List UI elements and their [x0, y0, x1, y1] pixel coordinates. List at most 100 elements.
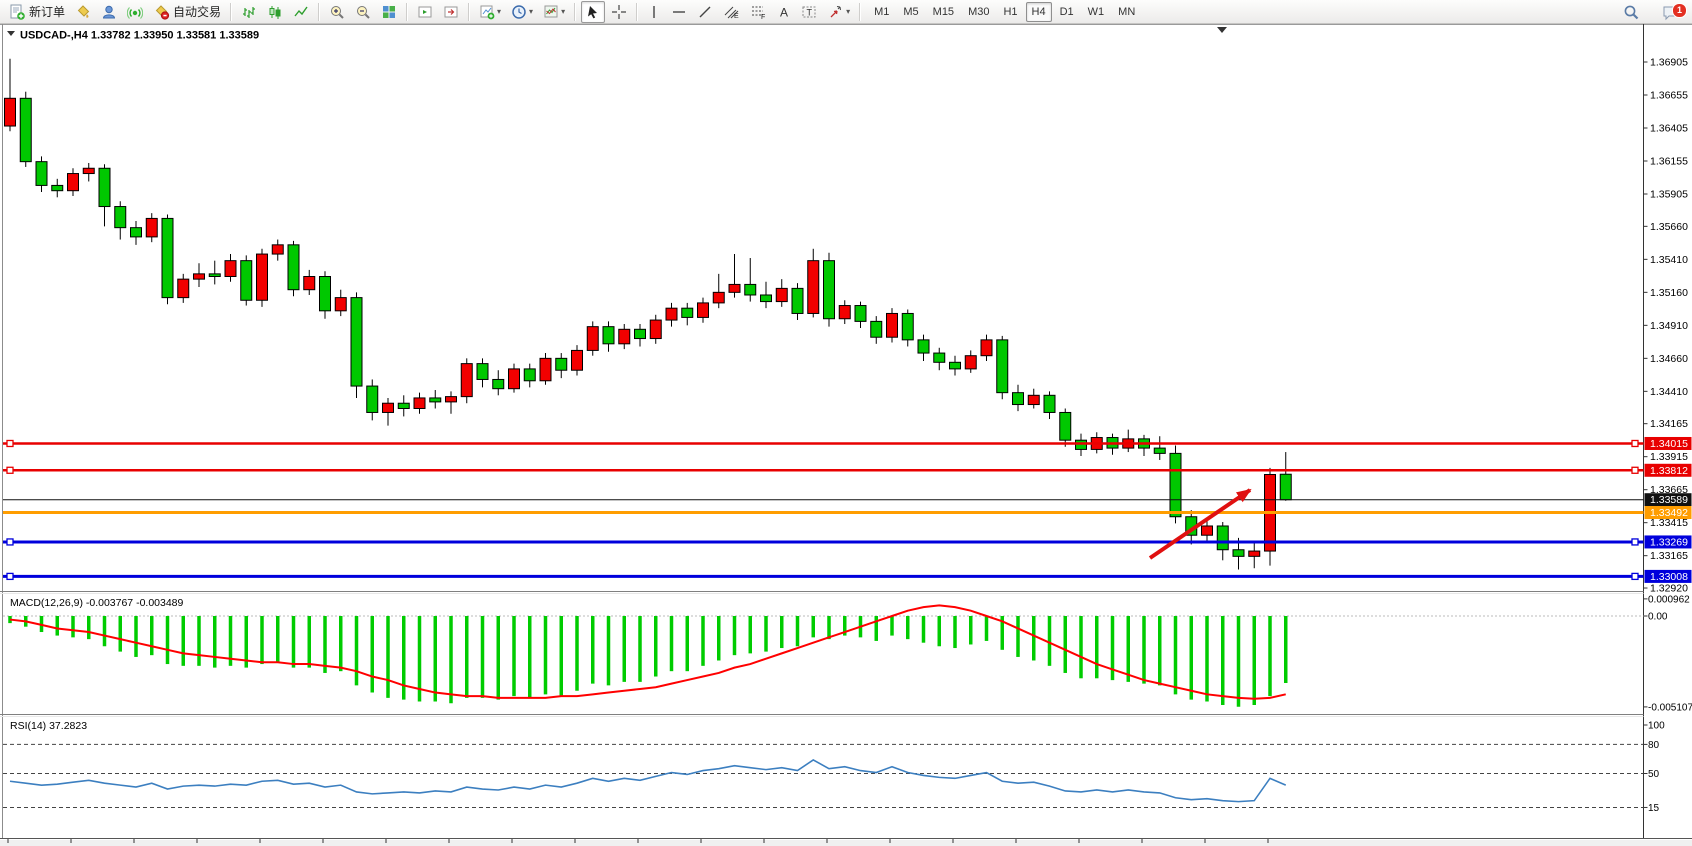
paint-bucket-icon [75, 4, 91, 20]
rsi-axis-label: 15 [1648, 803, 1660, 814]
candle-body-up [650, 320, 661, 338]
vertical-line-icon [647, 4, 661, 20]
price-label: 1.33492 [1650, 507, 1688, 519]
tile-windows-button[interactable] [377, 1, 401, 23]
bar-chart-mode-button[interactable] [237, 1, 261, 23]
trading-terminal: 新订单 [0, 0, 1692, 846]
candle-body-down [1044, 395, 1055, 412]
trendline-tool[interactable] [693, 1, 717, 23]
line-handle[interactable] [1632, 539, 1638, 545]
candle-body-down [1154, 448, 1165, 453]
timeframe-mn[interactable]: MN [1112, 2, 1141, 22]
cursor-button[interactable] [581, 1, 605, 23]
candle-body-down [351, 298, 362, 386]
signal-button[interactable] [123, 1, 147, 23]
new-order-button[interactable]: 新订单 [5, 1, 69, 23]
line-handle[interactable] [7, 440, 13, 446]
line-handle[interactable] [7, 573, 13, 579]
line-handle[interactable] [7, 467, 13, 473]
timeframe-m5[interactable]: M5 [897, 2, 924, 22]
channel-tool[interactable]: E [719, 1, 744, 23]
search-button[interactable] [1619, 1, 1644, 23]
auto-scroll-button[interactable] [413, 1, 437, 23]
svg-text:A: A [780, 5, 788, 19]
new-chart-button[interactable]: ▾ [475, 1, 505, 23]
line-chart-icon [293, 4, 309, 20]
candle-body-up [225, 261, 236, 277]
candle-body-up [540, 358, 551, 380]
chart-shift-button[interactable] [439, 1, 463, 23]
line-handle[interactable] [1632, 467, 1638, 473]
candle-body-down [99, 168, 110, 206]
chart-title: USDCAD-,H4 1.33782 1.33950 1.33581 1.335… [20, 30, 259, 42]
price-tick-label: 1.34660 [1650, 353, 1688, 365]
vertical-line-tool[interactable] [643, 1, 665, 23]
candle [351, 292, 362, 398]
candlestick-mode-button[interactable] [263, 1, 287, 23]
timeframe-h4[interactable]: H4 [1026, 2, 1052, 22]
candle-body-down [871, 321, 882, 337]
candle-body-up [68, 174, 79, 191]
candle-body-down [52, 185, 63, 190]
fibonacci-tool[interactable]: F [746, 1, 771, 23]
template-button[interactable]: ▾ [539, 1, 569, 23]
bar-chart-icon [241, 4, 257, 20]
candle-body-up [1202, 526, 1213, 535]
notifications-button[interactable]: 1 [1657, 1, 1683, 23]
candle-body-up [1028, 395, 1039, 404]
price-tick-label: 1.35160 [1650, 287, 1688, 299]
line-handle[interactable] [7, 539, 13, 545]
candle-body-down [824, 261, 835, 319]
macd-axis-label: -0.005107 [1648, 702, 1692, 713]
zoom-out-button[interactable] [351, 1, 375, 23]
line-handle[interactable] [1632, 573, 1638, 579]
candle-body-up [729, 284, 740, 292]
account-button[interactable] [97, 1, 121, 23]
arrows-tool[interactable]: ▾ [824, 1, 854, 23]
period-button[interactable]: ▾ [507, 1, 537, 23]
toolbar-separator [468, 3, 470, 21]
candle-body-down [745, 284, 756, 295]
candle-body-down [209, 274, 220, 277]
candle-body-up [272, 245, 283, 254]
candle [1265, 468, 1276, 566]
price-tick-label: 1.33165 [1650, 550, 1688, 562]
candle-body-down [430, 398, 441, 402]
timeframe-h1[interactable]: H1 [997, 2, 1023, 22]
candle [887, 308, 898, 342]
price-tick-label: 1.35410 [1650, 254, 1688, 266]
styler-button[interactable] [71, 1, 95, 23]
text-tool[interactable]: A [773, 1, 795, 23]
zoom-in-button[interactable] [325, 1, 349, 23]
timeframe-w1[interactable]: W1 [1082, 2, 1111, 22]
chart-canvas[interactable]: 1.369051.366551.364051.361551.359051.356… [0, 24, 1692, 846]
text-label-tool[interactable]: T [797, 1, 822, 23]
toolbar-separator [859, 3, 861, 21]
line-chart-mode-button[interactable] [289, 1, 313, 23]
candle-body-up [383, 403, 394, 412]
line-handle[interactable] [1632, 440, 1638, 446]
zoom-in-icon [329, 4, 345, 20]
equidistant-channel-icon: E [723, 4, 740, 20]
candle-body-up [808, 261, 819, 314]
horizontal-line-tool[interactable] [667, 1, 691, 23]
candle-body-down [950, 362, 961, 369]
timeframe-m1[interactable]: M1 [868, 2, 895, 22]
account-icon [101, 4, 117, 20]
candle [241, 255, 252, 305]
candle-body-up [304, 277, 315, 290]
price-tick-label: 1.34910 [1650, 320, 1688, 332]
timeframe-d1[interactable]: D1 [1054, 2, 1080, 22]
autotrade-button[interactable]: 自动交易 [149, 1, 225, 23]
macd-label: MACD(12,26,9) -0.003767 -0.003489 [10, 597, 184, 609]
svg-text:E: E [734, 13, 739, 20]
timeframe-m30[interactable]: M30 [962, 2, 995, 22]
candle-body-up [446, 397, 457, 402]
candle-body-down [398, 403, 409, 408]
timeframe-m15[interactable]: M15 [927, 2, 960, 22]
text-label-icon: T [801, 4, 818, 20]
price-tick-label: 1.34165 [1650, 418, 1688, 430]
candle-body-down [603, 327, 614, 344]
crosshair-button[interactable] [607, 1, 631, 23]
price-tick-label: 1.36655 [1650, 90, 1688, 102]
